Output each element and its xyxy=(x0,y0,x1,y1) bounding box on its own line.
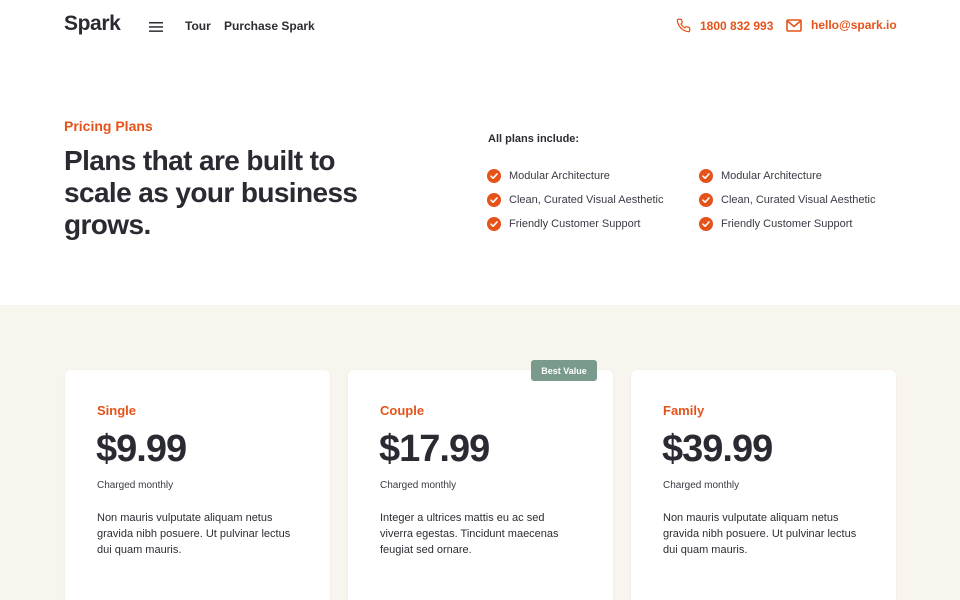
feature-item: Modular Architecture xyxy=(487,164,664,188)
plan-description: Integer a ultrices mattis eu ac sed vive… xyxy=(380,512,559,556)
check-circle-icon xyxy=(487,217,501,231)
plan-billing: Charged monthly xyxy=(380,480,457,491)
plan-price: $9.99 xyxy=(96,428,187,470)
includes-heading: All plans include: xyxy=(488,133,580,145)
feature-item: Modular Architecture xyxy=(699,164,876,188)
check-circle-icon xyxy=(487,169,501,183)
feature-item: Clean, Curated Visual Aesthetic xyxy=(487,188,664,212)
mail-icon xyxy=(786,18,802,32)
plan-card-couple[interactable]: Couple $17.99 Charged monthly Integer a … xyxy=(348,370,613,600)
email-address: hello@spark.io xyxy=(811,18,897,32)
feature-item: Friendly Customer Support xyxy=(699,212,876,236)
plan-name: Family xyxy=(663,403,705,418)
feature-list-left: Modular Architecture Clean, Curated Visu… xyxy=(487,164,664,236)
plan-card-family[interactable]: Family $39.99 Charged monthly Non mauris… xyxy=(631,370,896,600)
feature-label: Clean, Curated Visual Aesthetic xyxy=(721,194,876,206)
email-link[interactable]: hello@spark.io xyxy=(786,18,897,32)
best-value-badge: Best Value xyxy=(531,360,597,381)
feature-label: Clean, Curated Visual Aesthetic xyxy=(509,194,664,206)
nav-link-tour[interactable]: Tour xyxy=(185,19,211,33)
page-title: Plans that are built to scale as your bu… xyxy=(64,145,358,240)
feature-label: Friendly Customer Support xyxy=(721,218,853,230)
nav-link-purchase-spark[interactable]: Purchase Spark xyxy=(224,19,315,33)
feature-item: Friendly Customer Support xyxy=(487,212,664,236)
check-circle-icon xyxy=(699,217,713,231)
check-circle-icon xyxy=(699,169,713,183)
feature-item: Clean, Curated Visual Aesthetic xyxy=(699,188,876,212)
feature-label: Modular Architecture xyxy=(509,170,610,182)
plan-name: Single xyxy=(97,403,137,418)
plan-billing: Charged monthly xyxy=(97,480,174,491)
feature-list-right: Modular Architecture Clean, Curated Visu… xyxy=(699,164,876,236)
phone-icon xyxy=(676,18,691,33)
hamburger-menu-icon[interactable] xyxy=(149,21,163,33)
logo[interactable]: Spark xyxy=(64,12,121,36)
plan-card-single[interactable]: Single $9.99 Charged monthly Non mauris … xyxy=(65,370,330,600)
feature-label: Friendly Customer Support xyxy=(509,218,641,230)
top-header: Spark Tour Purchase Spark 1800 832 993 h… xyxy=(0,0,960,54)
feature-label: Modular Architecture xyxy=(721,170,822,182)
plan-name: Couple xyxy=(380,403,425,418)
check-circle-icon xyxy=(487,193,501,207)
phone-link[interactable]: 1800 832 993 xyxy=(676,18,773,33)
plan-description: Non mauris vulputate aliquam netus gravi… xyxy=(663,512,857,556)
plan-billing: Charged monthly xyxy=(663,480,740,491)
section-eyebrow: Pricing Plans xyxy=(64,118,153,134)
plan-price: $17.99 xyxy=(379,428,490,470)
plan-price: $39.99 xyxy=(662,428,773,470)
plan-description: Non mauris vulputate aliquam netus gravi… xyxy=(97,512,291,556)
check-circle-icon xyxy=(699,193,713,207)
phone-number: 1800 832 993 xyxy=(700,18,774,33)
